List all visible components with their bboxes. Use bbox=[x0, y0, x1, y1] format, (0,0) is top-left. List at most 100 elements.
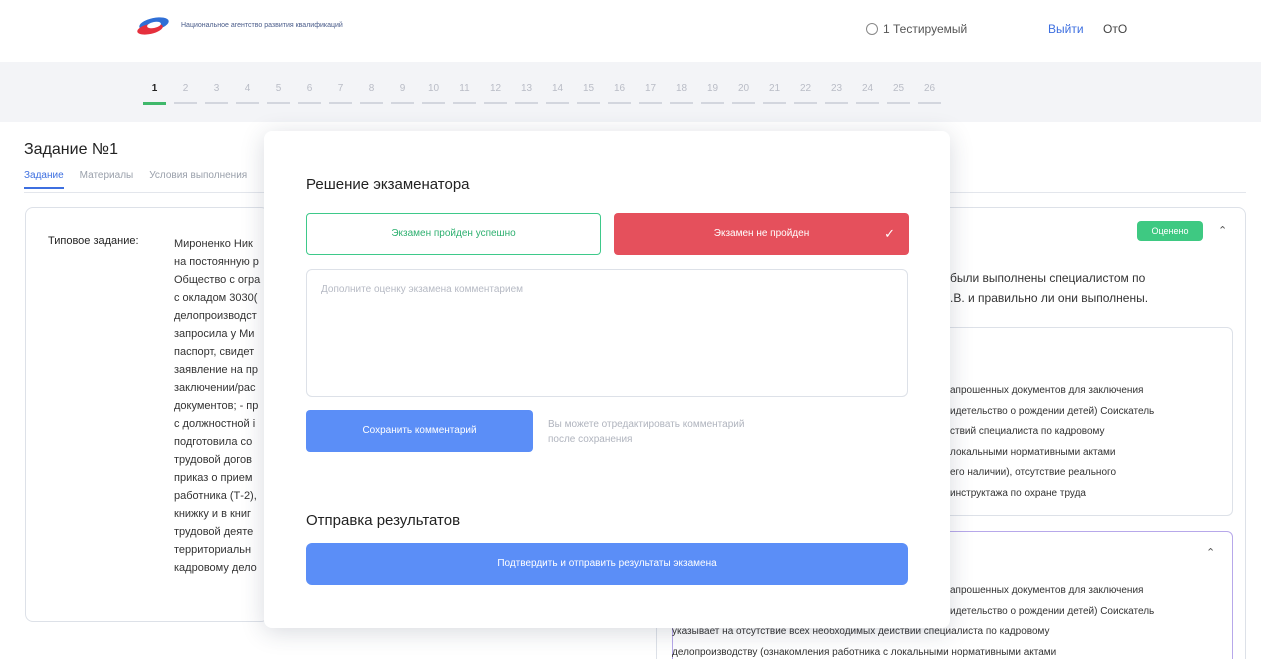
typical-task-line: документов; - пр bbox=[174, 400, 259, 412]
step-indicator bbox=[391, 102, 414, 104]
step-indicator bbox=[143, 102, 166, 105]
typical-task-line: паспорт, свидет bbox=[174, 346, 255, 358]
logo-mark-icon bbox=[136, 14, 173, 37]
step-9[interactable]: 9 bbox=[391, 82, 414, 105]
typical-task-line: кадровому дело bbox=[174, 562, 257, 574]
answer-line: его наличии), отсутствие реального bbox=[950, 467, 1117, 478]
step-20[interactable]: 20 bbox=[732, 82, 755, 105]
step-number: 1 bbox=[151, 83, 158, 94]
typical-task-line: приказ о прием bbox=[174, 472, 253, 484]
task-title: Задание №1 bbox=[24, 141, 118, 158]
typical-task-line: Мироненко Ник bbox=[174, 238, 253, 250]
step-indicator bbox=[205, 102, 228, 104]
save-comment-button[interactable]: Сохранить комментарий bbox=[306, 410, 533, 452]
step-indicator bbox=[298, 102, 321, 104]
step-12[interactable]: 12 bbox=[484, 82, 507, 105]
answer-line: локальными нормативными актами bbox=[950, 446, 1116, 458]
step-number: 19 bbox=[706, 83, 719, 94]
step-8[interactable]: 8 bbox=[360, 82, 383, 105]
exam-failed-button[interactable]: Экзамен не пройден ✓ bbox=[614, 213, 909, 255]
step-5[interactable]: 5 bbox=[267, 82, 290, 105]
tab-materials[interactable]: Материалы bbox=[80, 170, 134, 189]
step-number: 20 bbox=[737, 83, 750, 94]
step-23[interactable]: 23 bbox=[825, 82, 848, 105]
step-indicator bbox=[825, 102, 848, 104]
step-number: 24 bbox=[861, 83, 874, 94]
examiner-decision-modal: Решение экзаменатора Экзамен пройден усп… bbox=[264, 131, 950, 628]
step-2[interactable]: 2 bbox=[174, 82, 197, 105]
step-3[interactable]: 3 bbox=[205, 82, 228, 105]
step-24[interactable]: 24 bbox=[856, 82, 879, 105]
user-icon bbox=[866, 23, 878, 35]
tab-task[interactable]: Задание bbox=[24, 170, 64, 189]
logo[interactable]: Национальное агентство развития квалифик… bbox=[136, 14, 351, 37]
comment-field[interactable] bbox=[306, 269, 908, 397]
step-number: 23 bbox=[830, 83, 843, 94]
step-16[interactable]: 16 bbox=[608, 82, 631, 105]
step-14[interactable]: 14 bbox=[546, 82, 569, 105]
step-22[interactable]: 22 bbox=[794, 82, 817, 105]
typical-task-line: запросила у Ми bbox=[174, 328, 255, 340]
step-number: 12 bbox=[489, 83, 502, 94]
step-number: 2 bbox=[182, 83, 189, 94]
tab-conditions[interactable]: Условия выполнения bbox=[149, 170, 247, 189]
task-card: Типовое задание: Мироненко Ник на постоян… bbox=[25, 207, 269, 622]
typical-task-line: трудовой догов bbox=[174, 454, 253, 466]
chevron-up-icon[interactable]: ⌃ bbox=[1206, 546, 1215, 559]
step-13[interactable]: 13 bbox=[515, 82, 538, 105]
step-list: 1 2 3 4 5 6 7 8 9 10 11 12 13 14 15 16 17 18 19 20 21 22 23 24 2… bbox=[143, 82, 949, 105]
steps-bar: 1 2 3 4 5 6 7 8 9 10 11 12 13 14 15 16 17 18 19 20 21 22 23 24 2… bbox=[0, 62, 1261, 122]
step-number: 22 bbox=[799, 83, 812, 94]
typical-task-line: книжку и в книг bbox=[174, 508, 252, 520]
step-25[interactable]: 25 bbox=[887, 82, 910, 105]
step-number: 17 bbox=[644, 83, 657, 94]
submit-title: Отправка результатов bbox=[306, 512, 461, 529]
step-indicator bbox=[453, 102, 476, 104]
step-18[interactable]: 18 bbox=[670, 82, 693, 105]
step-4[interactable]: 4 bbox=[236, 82, 259, 105]
step-indicator bbox=[608, 102, 631, 104]
step-indicator bbox=[918, 102, 941, 104]
chevron-up-icon[interactable]: ⌃ bbox=[1218, 224, 1227, 237]
step-indicator bbox=[174, 102, 197, 104]
exam-failed-label: Экзамен не пройден bbox=[713, 228, 810, 239]
step-number: 26 bbox=[923, 83, 936, 94]
typical-task-label: Типовое задание: bbox=[48, 235, 139, 247]
step-number: 6 bbox=[306, 83, 313, 94]
step-indicator bbox=[546, 102, 569, 104]
step-number: 21 bbox=[768, 83, 781, 94]
step-19[interactable]: 19 bbox=[701, 82, 724, 105]
step-21[interactable]: 21 bbox=[763, 82, 786, 105]
typical-task-text: Мироненко Ник на постоянную р Общество с о… bbox=[174, 235, 264, 577]
step-indicator bbox=[515, 102, 538, 104]
typical-task-line: с должностной і bbox=[174, 418, 256, 430]
step-indicator bbox=[670, 102, 693, 104]
step-number: 25 bbox=[892, 83, 905, 94]
step-10[interactable]: 10 bbox=[422, 82, 445, 105]
answer-line: идетельство о рождении детей) Соискатель bbox=[950, 405, 1155, 417]
step-1[interactable]: 1 bbox=[143, 82, 166, 105]
step-15[interactable]: 15 bbox=[577, 82, 600, 105]
answer-line: ствий специалиста по кадровому bbox=[950, 426, 1105, 437]
logout-link[interactable]: Выйти bbox=[1048, 22, 1084, 36]
typical-task-line: территориальн bbox=[174, 544, 252, 556]
step-indicator bbox=[639, 102, 662, 104]
step-26[interactable]: 26 bbox=[918, 82, 941, 105]
step-11[interactable]: 11 bbox=[453, 82, 476, 105]
step-number: 15 bbox=[582, 83, 595, 94]
step-indicator bbox=[360, 102, 383, 104]
step-number: 10 bbox=[427, 83, 440, 94]
accessibility-toggle[interactable]: ОтО bbox=[1103, 22, 1127, 36]
typical-task-line: заключении/рас bbox=[174, 382, 256, 394]
step-6[interactable]: 6 bbox=[298, 82, 321, 105]
step-indicator bbox=[236, 102, 259, 104]
step-indicator bbox=[577, 102, 600, 104]
submit-results-button[interactable]: Подтвердить и отправить результаты экзам… bbox=[306, 543, 908, 585]
step-7[interactable]: 7 bbox=[329, 82, 352, 105]
step-number: 3 bbox=[213, 83, 220, 94]
status-badge: Оценено bbox=[1137, 221, 1203, 241]
exam-passed-button[interactable]: Экзамен пройден успешно bbox=[306, 213, 601, 255]
step-17[interactable]: 17 bbox=[639, 82, 662, 105]
decision-title: Решение экзаменатора bbox=[306, 176, 470, 193]
step-number: 4 bbox=[244, 83, 251, 94]
